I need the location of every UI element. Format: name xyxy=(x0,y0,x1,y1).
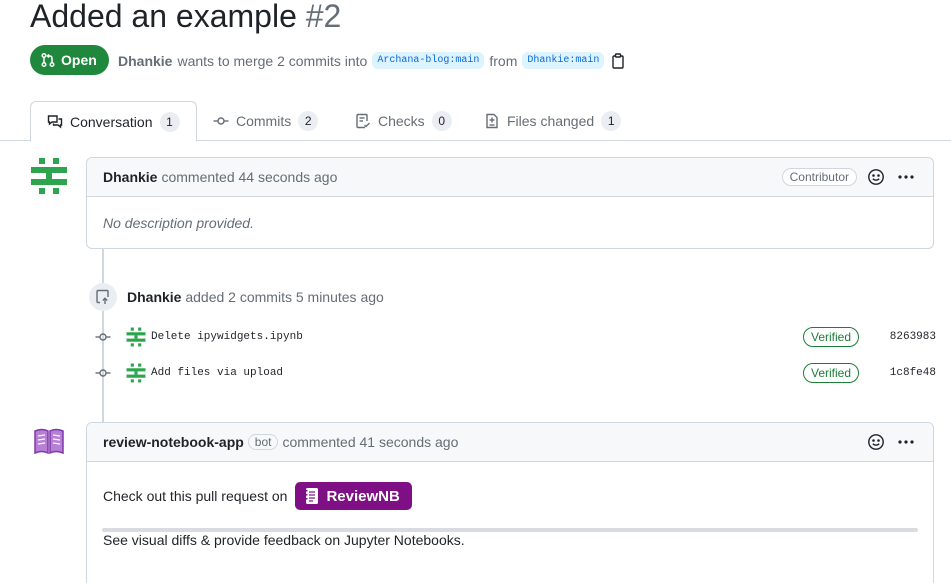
comment-meta[interactable]: commented 41 seconds ago xyxy=(282,434,458,450)
git-commit-icon xyxy=(94,365,112,381)
comment-box: Dhankie commented 44 seconds ago Contrib… xyxy=(86,157,934,249)
tab-files-changed[interactable]: Files changed 1 xyxy=(468,101,637,141)
pr-author-link[interactable]: Dhankie xyxy=(118,53,172,69)
comment-author[interactable]: Dhankie xyxy=(103,169,157,185)
contributor-label: Contributor xyxy=(781,168,857,186)
kebab-horizontal-icon[interactable] xyxy=(895,431,917,453)
divider xyxy=(102,528,918,532)
copy-icon[interactable] xyxy=(611,52,625,69)
tab-checks-label: Checks xyxy=(378,113,425,129)
tab-commits-count: 2 xyxy=(298,111,319,131)
smiley-icon[interactable] xyxy=(865,166,887,188)
comment-header: review-notebook-app bot commented 41 sec… xyxy=(87,423,933,462)
bot-label: bot xyxy=(247,434,279,450)
commit-message[interactable]: Add files via upload xyxy=(151,367,283,379)
commit-sha[interactable]: 1c8fe48 xyxy=(890,367,936,379)
bot-comment-box: review-notebook-app bot commented 41 sec… xyxy=(86,422,934,583)
reviewnb-line: Check out this pull request on ReviewNB xyxy=(103,482,917,510)
git-commit-icon xyxy=(94,329,112,345)
avatar[interactable] xyxy=(126,363,146,383)
checklist-icon xyxy=(356,113,370,129)
comment-author[interactable]: review-notebook-app xyxy=(103,434,244,450)
comment-header: Dhankie commented 44 seconds ago Contrib… xyxy=(87,158,933,197)
event-text: added 2 commits 5 minutes ago xyxy=(185,289,384,305)
tab-checks-count: 0 xyxy=(431,111,452,131)
smiley-icon[interactable] xyxy=(865,431,887,453)
tab-commits-label: Commits xyxy=(236,113,292,129)
file-diff-icon xyxy=(486,113,498,129)
commit-row: Delete ipywidgets.ipynb Verified 8263983 xyxy=(94,325,936,349)
merge-text: wants to merge 2 commits into xyxy=(177,52,368,69)
git-pull-request-icon xyxy=(41,52,55,68)
tab-files-changed-label: Files changed xyxy=(507,113,595,129)
git-commit-icon xyxy=(213,117,229,125)
head-branch[interactable]: Dhankie:main xyxy=(522,52,605,69)
tab-commits[interactable]: Commits 2 xyxy=(197,101,334,141)
book-avatar-icon[interactable] xyxy=(30,422,68,460)
avatar[interactable] xyxy=(30,157,68,195)
tab-files-changed-count: 1 xyxy=(601,111,622,131)
tab-conversation-label: Conversation xyxy=(70,113,153,130)
commit-message[interactable]: Delete ipywidgets.ipynb xyxy=(151,331,303,343)
commit-row: Add files via upload Verified 1c8fe48 xyxy=(94,361,936,385)
comment-body: No description provided. xyxy=(103,215,254,231)
avatar[interactable] xyxy=(126,327,146,347)
commit-sha[interactable]: 8263983 xyxy=(890,331,936,343)
pr-number: #2 xyxy=(305,0,342,34)
tab-checks[interactable]: Checks 0 xyxy=(339,101,468,141)
page-title: Added an example #2 xyxy=(30,0,341,35)
pr-title: Added an example xyxy=(30,0,297,34)
repo-push-badge xyxy=(89,283,117,311)
reviewnb-prompt: Check out this pull request on xyxy=(103,488,288,504)
pr-meta: Dhankie wants to merge 2 commits into Ar… xyxy=(118,52,625,69)
tab-conversation-count: 1 xyxy=(159,111,180,132)
base-branch[interactable]: Archana-blog:main xyxy=(372,52,485,69)
event-author[interactable]: Dhankie xyxy=(127,289,181,305)
from-text: from xyxy=(489,52,518,69)
kebab-horizontal-icon[interactable] xyxy=(895,166,917,188)
state-label: Open xyxy=(61,52,97,68)
repo-push-icon xyxy=(96,289,109,304)
comment-discussion-icon xyxy=(47,114,63,128)
reviewnb-button[interactable]: ReviewNB xyxy=(295,482,412,510)
reviewnb-description: See visual diffs & provide feedback on J… xyxy=(103,532,465,548)
commits-event: Dhankie added 2 commits 5 minutes ago xyxy=(127,289,384,305)
pr-tabs: Conversation 1 Commits 2 Checks 0 Files … xyxy=(0,101,951,142)
bot-comment-body: Check out this pull request on ReviewNB … xyxy=(87,462,933,568)
reviewnb-button-label: ReviewNB xyxy=(326,487,400,505)
verified-badge[interactable]: Verified xyxy=(803,327,860,347)
state-badge-open: Open xyxy=(30,45,109,75)
notebook-icon xyxy=(304,488,319,504)
verified-badge[interactable]: Verified xyxy=(803,363,860,383)
comment-meta[interactable]: commented 44 seconds ago xyxy=(161,169,337,185)
tab-conversation[interactable]: Conversation 1 xyxy=(30,101,197,142)
